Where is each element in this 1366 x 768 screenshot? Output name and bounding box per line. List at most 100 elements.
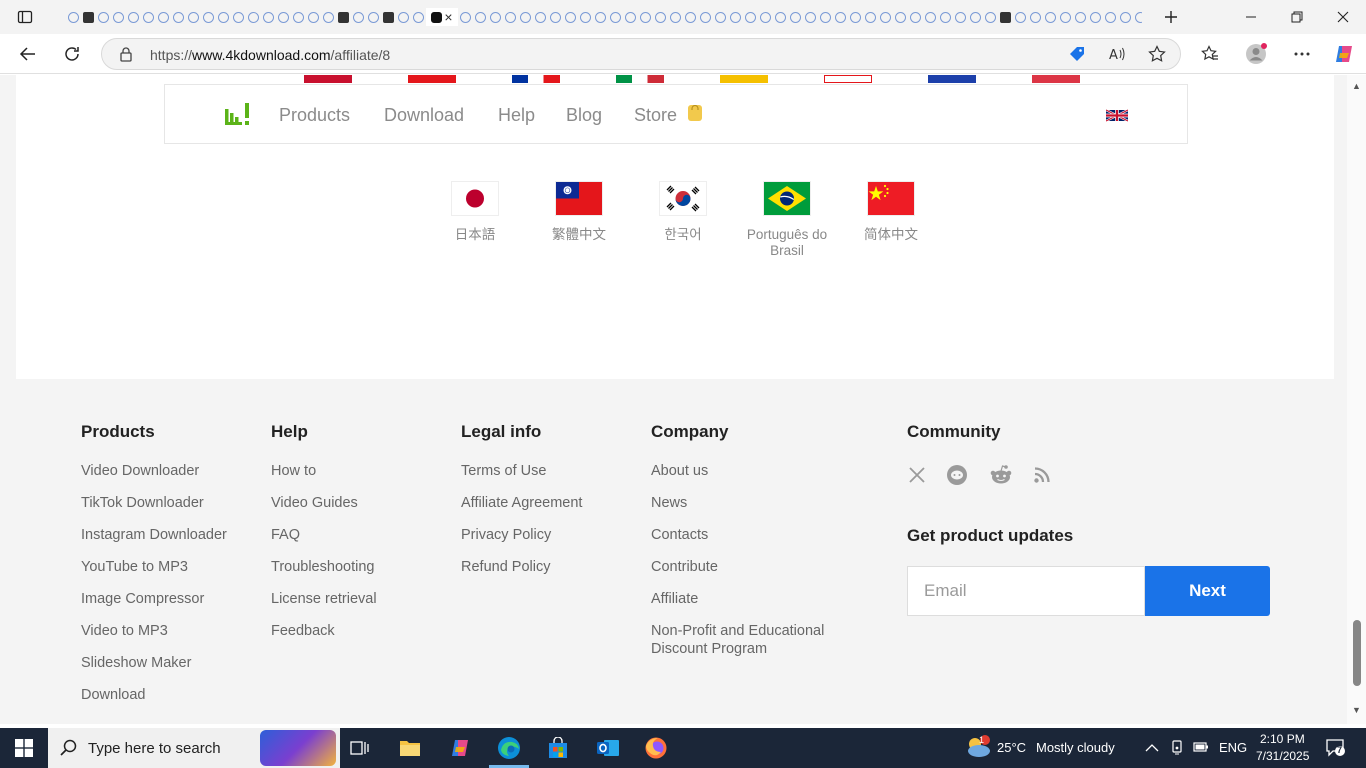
clock-date[interactable]: 7/31/2025 <box>1256 749 1309 763</box>
browser-tab[interactable] <box>668 8 683 26</box>
microsoft-store-icon[interactable] <box>544 734 572 762</box>
footer-link[interactable]: Refund Policy <box>461 558 582 576</box>
copilot-icon[interactable] <box>1332 42 1356 66</box>
footer-link[interactable]: Video Downloader <box>81 462 227 480</box>
footer-link[interactable]: How to <box>271 462 377 480</box>
page-scrollbar[interactable]: ▲ ▼ <box>1347 75 1366 724</box>
windows-start-icon[interactable] <box>10 734 38 762</box>
browser-tab[interactable] <box>201 8 216 26</box>
browser-tab[interactable] <box>1013 8 1028 26</box>
more-options-icon[interactable] <box>1290 42 1314 66</box>
browser-tab[interactable] <box>848 8 863 26</box>
browser-tab[interactable] <box>216 8 231 26</box>
footer-link[interactable]: FAQ <box>271 526 377 544</box>
footer-link[interactable]: Video Guides <box>271 494 377 512</box>
chat-icon[interactable] <box>946 464 968 486</box>
favorites-icon[interactable] <box>1198 42 1222 66</box>
nav-products-link[interactable]: Products <box>279 105 350 126</box>
browser-tab[interactable] <box>1028 8 1043 26</box>
browser-tab[interactable] <box>878 8 893 26</box>
browser-tab[interactable] <box>1103 8 1118 26</box>
clock-time[interactable]: 2:10 PM <box>1260 732 1305 746</box>
profile-avatar-icon[interactable] <box>1244 42 1268 66</box>
browser-tab[interactable] <box>171 8 186 26</box>
browser-tab[interactable] <box>923 8 938 26</box>
browser-tab[interactable] <box>366 8 381 26</box>
footer-link[interactable]: Slideshow Maker <box>81 654 227 672</box>
reddit-icon[interactable] <box>989 464 1013 486</box>
shopping-tag-icon[interactable] <box>1065 42 1089 66</box>
browser-tab[interactable] <box>968 8 983 26</box>
browser-tab[interactable] <box>291 8 306 26</box>
footer-link[interactable]: License retrieval <box>271 590 377 608</box>
active-tab[interactable]: × <box>426 8 458 26</box>
browser-tab[interactable] <box>503 8 518 26</box>
browser-tab[interactable] <box>518 8 533 26</box>
browser-tab[interactable] <box>563 8 578 26</box>
browser-tab[interactable] <box>713 8 728 26</box>
browser-tab[interactable] <box>863 8 878 26</box>
uk-flag-language-icon[interactable] <box>1105 108 1129 123</box>
minimize-icon[interactable] <box>1240 6 1262 28</box>
nav-download-link[interactable]: Download <box>384 105 464 126</box>
taskbar-search-box[interactable]: Type here to search <box>48 728 340 768</box>
browser-tab[interactable] <box>66 8 81 26</box>
browser-tab[interactable] <box>261 8 276 26</box>
footer-link[interactable]: Instagram Downloader <box>81 526 227 544</box>
file-explorer-icon[interactable] <box>396 734 424 762</box>
browser-tab[interactable] <box>608 8 623 26</box>
browser-tab[interactable] <box>1118 8 1133 26</box>
browser-tab[interactable] <box>321 8 336 26</box>
lock-icon[interactable] <box>114 42 138 66</box>
footer-link[interactable]: YouTube to MP3 <box>81 558 227 576</box>
browser-tab[interactable] <box>336 8 351 26</box>
weather-icon[interactable] <box>964 734 992 763</box>
scroll-thumb[interactable] <box>1353 620 1361 686</box>
browser-tab[interactable] <box>803 8 818 26</box>
footer-link[interactable]: Video to MP3 <box>81 622 227 640</box>
browser-tab[interactable] <box>1073 8 1088 26</box>
new-tab-icon[interactable] <box>1160 6 1182 28</box>
browser-tab[interactable] <box>623 8 638 26</box>
browser-tab[interactable] <box>983 8 998 26</box>
browser-tab[interactable] <box>548 8 563 26</box>
refresh-icon[interactable] <box>60 42 84 66</box>
close-tab-icon[interactable]: × <box>444 9 452 25</box>
close-window-icon[interactable] <box>1332 6 1354 28</box>
rss-icon[interactable] <box>1031 464 1053 486</box>
browser-tab[interactable] <box>396 8 411 26</box>
footer-link[interactable]: Download <box>81 686 227 704</box>
browser-tab[interactable] <box>126 8 141 26</box>
browser-tab[interactable] <box>653 8 668 26</box>
footer-link[interactable]: Contribute <box>651 558 831 576</box>
browser-tab[interactable] <box>1058 8 1073 26</box>
browser-tab[interactable] <box>81 8 96 26</box>
back-icon[interactable] <box>16 42 40 66</box>
nav-store-link[interactable]: Store <box>634 105 677 126</box>
footer-link[interactable]: Affiliate Agreement <box>461 494 582 512</box>
browser-tab[interactable] <box>276 8 291 26</box>
browser-tab[interactable] <box>953 8 968 26</box>
browser-tab[interactable] <box>773 8 788 26</box>
copilot-app-icon[interactable] <box>446 734 474 762</box>
4k-download-logo[interactable] <box>225 103 251 125</box>
footer-link[interactable]: News <box>651 494 831 512</box>
browser-tab[interactable] <box>533 8 548 26</box>
browser-tab[interactable] <box>1043 8 1058 26</box>
browser-tab[interactable] <box>728 8 743 26</box>
weather-description[interactable]: Mostly cloudy <box>1036 740 1115 755</box>
browser-tab[interactable] <box>186 8 201 26</box>
footer-link[interactable]: About us <box>651 462 831 480</box>
browser-tab[interactable] <box>683 8 698 26</box>
footer-link[interactable]: Terms of Use <box>461 462 582 480</box>
read-aloud-icon[interactable]: A <box>1105 42 1129 66</box>
browser-tab[interactable] <box>578 8 593 26</box>
network-device-icon[interactable] <box>1170 740 1184 759</box>
browser-tab[interactable] <box>758 8 773 26</box>
browser-tab[interactable] <box>458 8 473 26</box>
favorite-star-icon[interactable] <box>1145 42 1169 66</box>
footer-link[interactable]: Privacy Policy <box>461 526 582 544</box>
next-button[interactable]: Next <box>1145 566 1270 616</box>
firefox-icon[interactable] <box>642 734 670 762</box>
footer-link[interactable]: Troubleshooting <box>271 558 377 576</box>
